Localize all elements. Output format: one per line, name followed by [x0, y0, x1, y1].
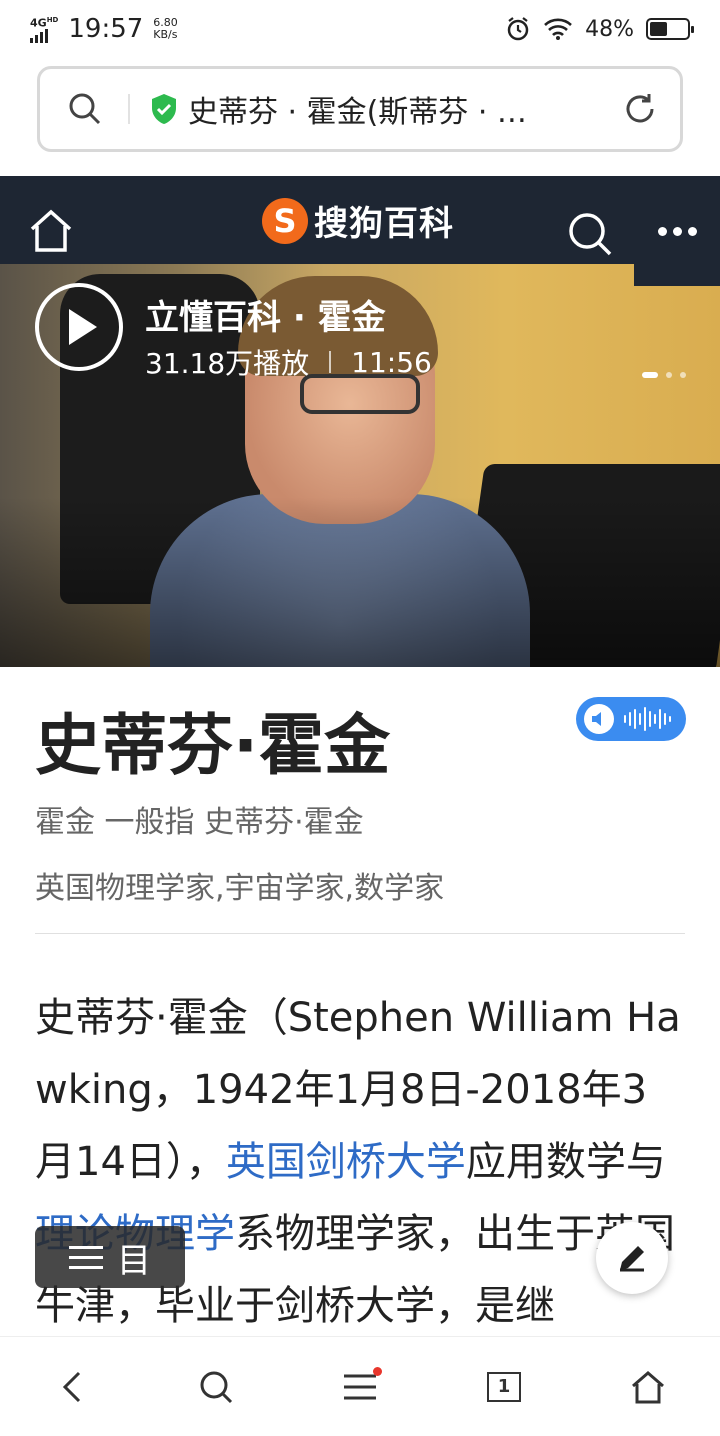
battery-percent: 48%	[585, 16, 634, 42]
chevron-left-icon	[62, 1371, 81, 1402]
entry-summary: 史蒂芬·霍金（Stephen William Hawking，1942年1月8日…	[35, 995, 681, 1329]
battery-icon	[646, 18, 694, 40]
menu-button[interactable]	[330, 1357, 390, 1417]
network-indicator: 4GHD	[30, 15, 58, 43]
page-title-in-address-bar[interactable]: 史蒂芬 · 霍金(斯蒂芬 · …	[188, 87, 622, 131]
video-play-count: 31.18万播放	[145, 347, 310, 380]
entry-tags: 英国物理学家,宇宙学家,数学家	[35, 871, 445, 906]
video-meta: 31.18万播放 11:56	[145, 342, 432, 382]
site-header: S 搜狗百科	[0, 176, 720, 264]
video-title: 立懂百科 · 霍金	[145, 298, 386, 338]
tabs-button[interactable]: 1	[474, 1357, 534, 1417]
carousel-dot[interactable]	[680, 372, 686, 378]
play-button[interactable]	[35, 283, 123, 371]
audio-play-button[interactable]	[576, 697, 686, 741]
carousel-dots	[642, 372, 686, 378]
carousel-dot[interactable]	[642, 372, 658, 378]
video-duration: 11:56	[351, 345, 432, 379]
secure-shield-icon	[152, 94, 176, 124]
status-bar: 4GHD 19:57 6.80 KB/s 48%	[0, 0, 720, 58]
browser-bottom-nav: 1	[0, 1336, 720, 1436]
address-bar-divider	[128, 94, 130, 124]
home-icon[interactable]	[28, 208, 74, 254]
wifi-icon	[544, 18, 572, 40]
pencil-icon	[620, 1246, 644, 1272]
alarm-icon	[507, 17, 529, 41]
search-icon[interactable]	[68, 92, 102, 126]
divider	[35, 933, 685, 934]
notification-dot	[373, 1366, 382, 1376]
tab-count-icon: 1	[487, 1371, 521, 1402]
hamburger-icon	[344, 1374, 376, 1399]
table-of-contents-button[interactable]: 目	[35, 1226, 185, 1288]
sogou-baike-logo[interactable]: S 搜狗百科	[262, 196, 454, 245]
refresh-icon[interactable]	[622, 91, 658, 127]
home-button[interactable]	[618, 1357, 678, 1417]
edit-button[interactable]	[596, 1222, 668, 1294]
network-speed: 6.80 KB/s	[153, 16, 178, 41]
disambiguation-line[interactable]: 霍金 一般指 史蒂芬·霍金	[35, 797, 364, 841]
search-icon[interactable]	[566, 210, 614, 258]
speaker-icon	[584, 704, 614, 734]
address-bar[interactable]: 史蒂芬 · 霍金(斯蒂芬 · …	[37, 66, 683, 152]
hero-image-shade	[0, 497, 720, 667]
carousel-dot[interactable]	[666, 372, 672, 378]
signal-icon	[30, 28, 58, 43]
search-icon	[200, 1371, 233, 1403]
home-icon	[632, 1370, 664, 1403]
back-button[interactable]	[42, 1357, 102, 1417]
audio-wave-icon	[624, 707, 671, 731]
entry-title: 史蒂芬·霍金	[35, 707, 391, 784]
menu-lines-icon	[69, 1245, 103, 1269]
search-button[interactable]	[186, 1357, 246, 1417]
logo-s-icon: S	[262, 197, 308, 244]
link-cambridge-university[interactable]: 英国剑桥大学	[226, 1139, 466, 1185]
clock: 19:57	[68, 14, 144, 44]
more-menu-button[interactable]	[634, 176, 720, 286]
logo-text: 搜狗百科	[314, 204, 454, 244]
